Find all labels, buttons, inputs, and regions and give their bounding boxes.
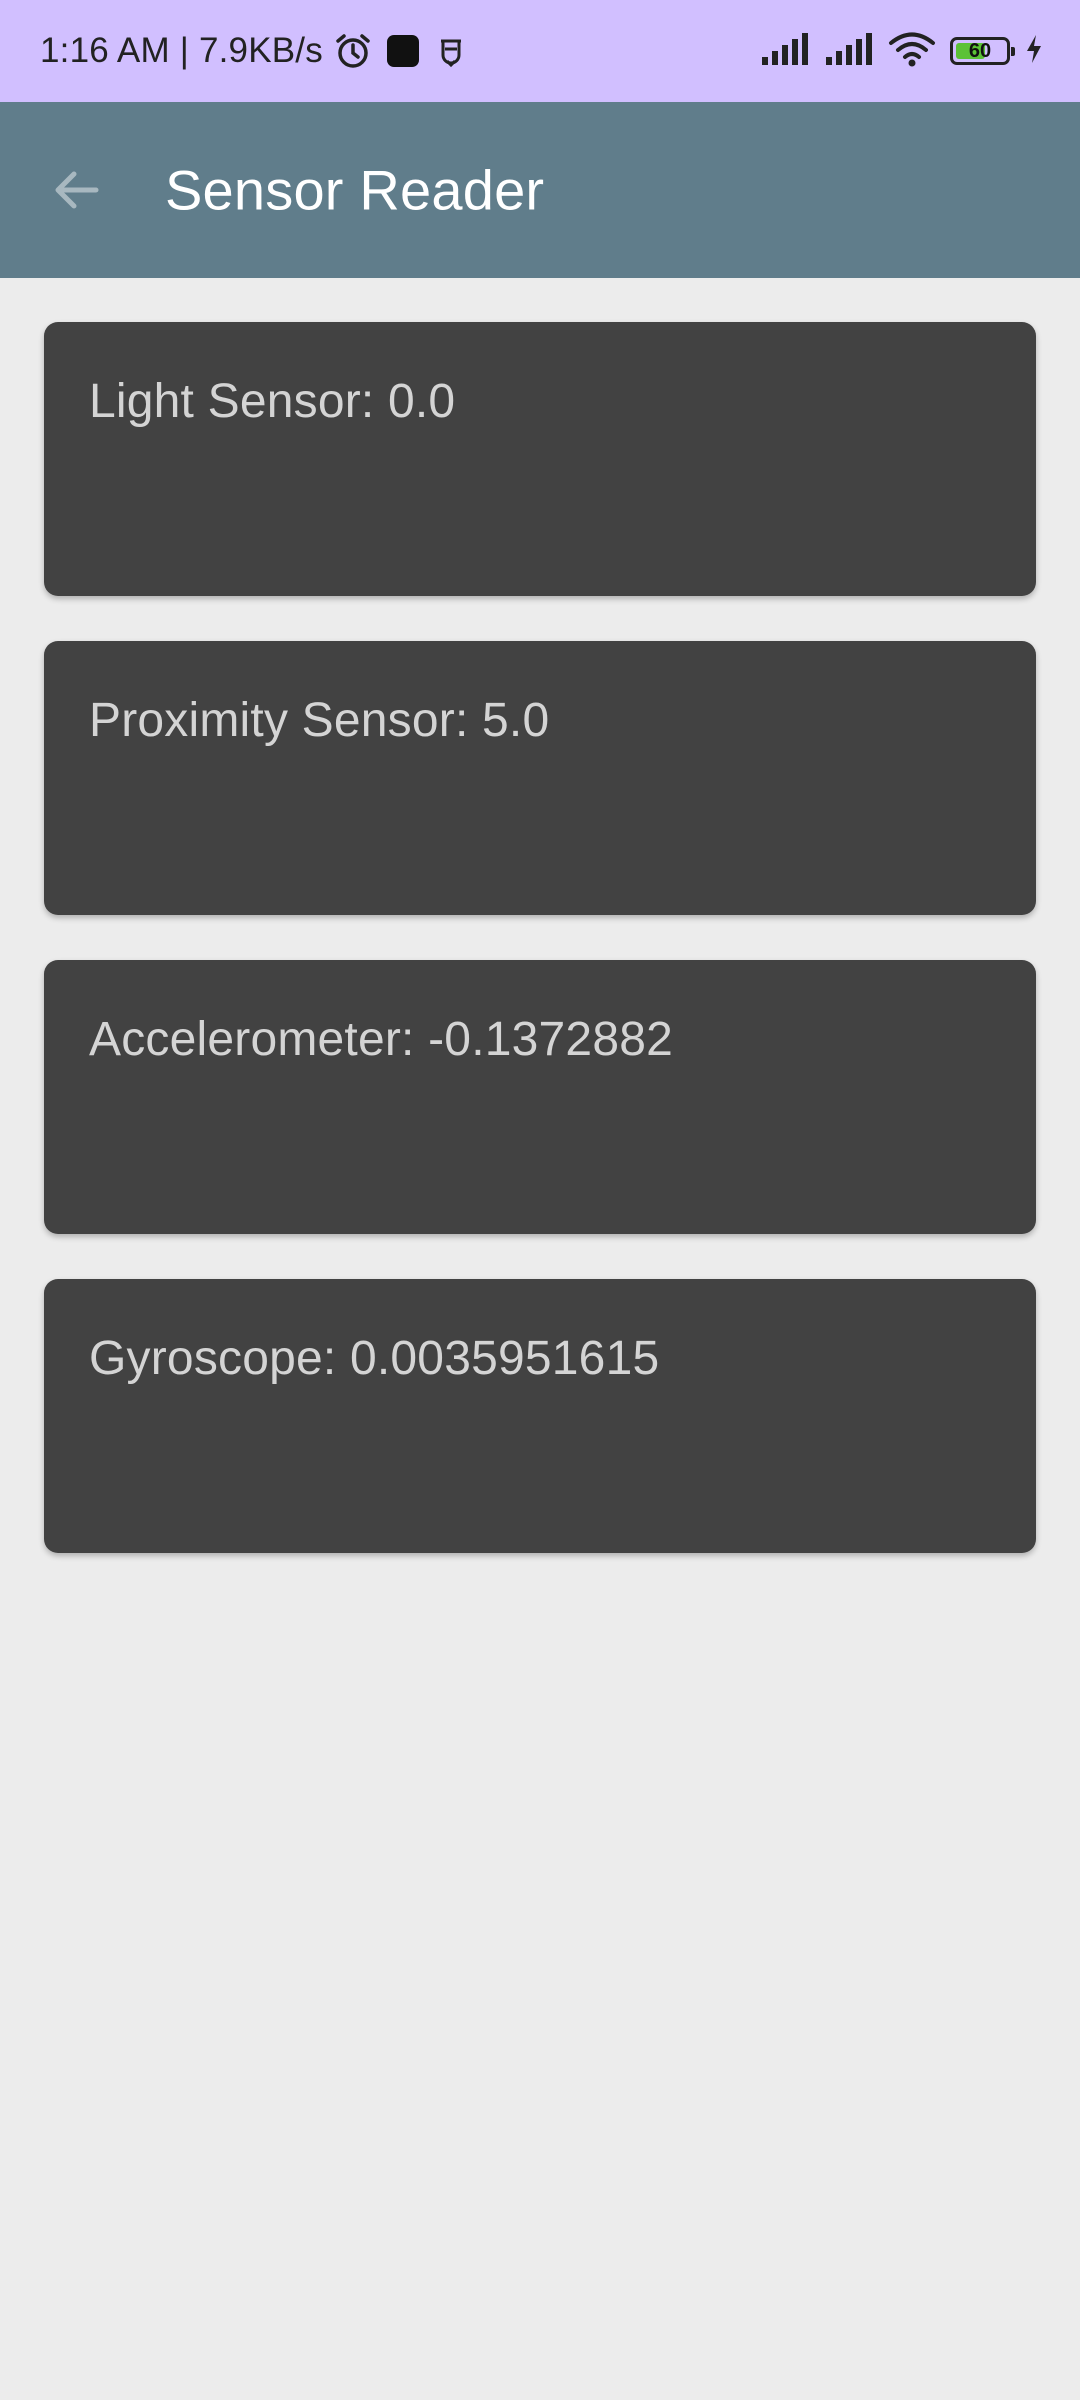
battery-level: 60 bbox=[968, 39, 992, 62]
status-right: 60 bbox=[760, 0, 1044, 102]
accelerometer-card: Accelerometer: -0.1372882 bbox=[44, 960, 1036, 1234]
wifi-icon bbox=[888, 30, 936, 73]
app-bar: Sensor Reader bbox=[0, 102, 1080, 278]
status-left: 1:16 AM | 7.9KB/s bbox=[40, 0, 469, 102]
light-sensor-card: Light Sensor: 0.0 bbox=[44, 322, 1036, 596]
gyroscope-card: Gyroscope: 0.0035951615 bbox=[44, 1279, 1036, 1553]
accelerometer-value: Accelerometer: -0.1372882 bbox=[89, 1013, 673, 1066]
notification-face-icon bbox=[433, 31, 469, 71]
battery-icon: 60 bbox=[950, 37, 1015, 65]
back-button[interactable] bbox=[40, 154, 112, 226]
gyroscope-value: Gyroscope: 0.0035951615 bbox=[89, 1332, 660, 1385]
battery-tip bbox=[1011, 47, 1015, 56]
alarm-icon bbox=[333, 31, 373, 71]
status-bar: 1:16 AM | 7.9KB/s 60 bbox=[0, 0, 1080, 102]
signal-icon bbox=[760, 31, 810, 72]
signal-icon bbox=[824, 31, 874, 72]
proximity-sensor-value: Proximity Sensor: 5.0 bbox=[89, 694, 550, 747]
charging-bolt-icon bbox=[1024, 33, 1044, 70]
sensor-card-list: Light Sensor: 0.0 Proximity Sensor: 5.0 … bbox=[44, 322, 1036, 1598]
proximity-sensor-card: Proximity Sensor: 5.0 bbox=[44, 641, 1036, 915]
app-square-icon bbox=[383, 31, 423, 71]
arrow-back-icon bbox=[55, 171, 99, 209]
light-sensor-value: Light Sensor: 0.0 bbox=[89, 375, 456, 428]
status-time-speed: 1:16 AM | 7.9KB/s bbox=[40, 31, 323, 70]
page-title: Sensor Reader bbox=[165, 158, 545, 222]
